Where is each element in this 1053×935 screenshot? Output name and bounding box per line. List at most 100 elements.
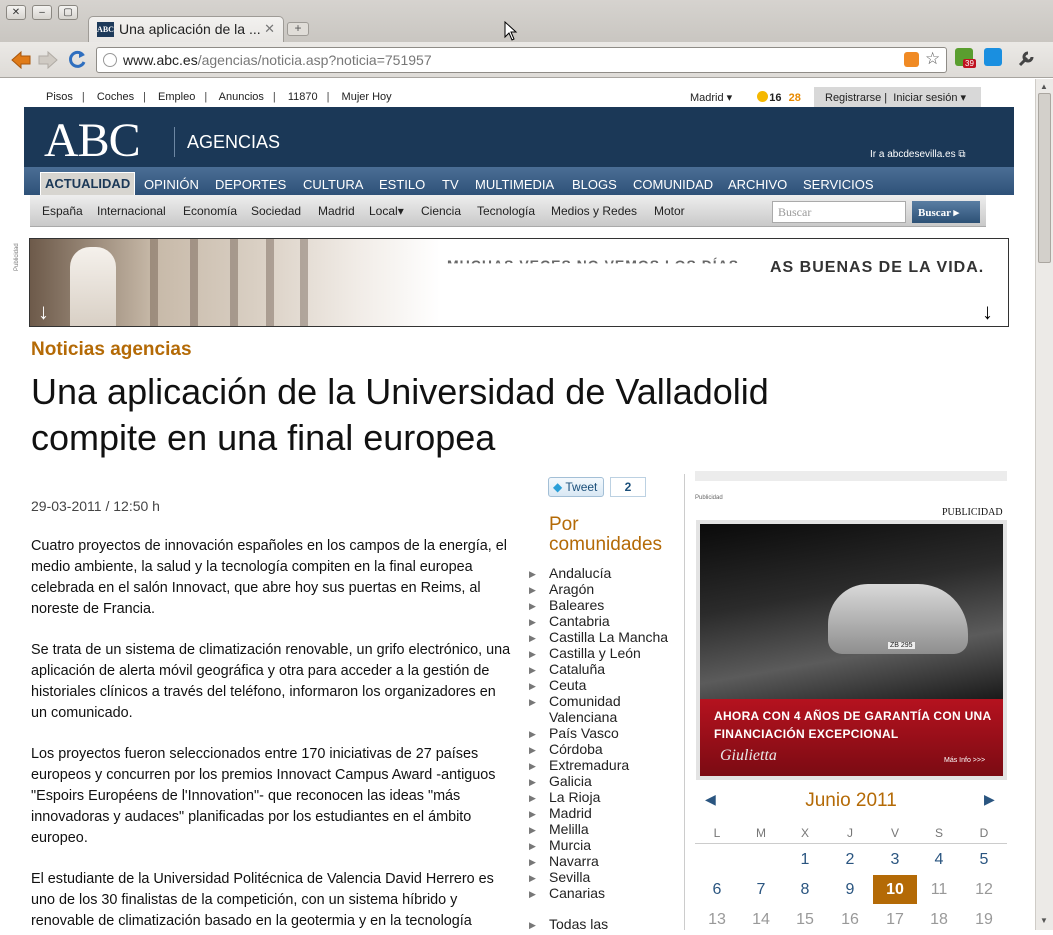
- nav-tv[interactable]: TV: [442, 177, 459, 192]
- maximize-window-button[interactable]: ▢: [58, 5, 78, 20]
- region-all-link[interactable]: Todas las: [529, 916, 668, 930]
- region-link[interactable]: Sevilla: [529, 869, 668, 886]
- subnav-economia[interactable]: Economía: [183, 204, 237, 218]
- login-link[interactable]: Iniciar sesión ▾: [893, 92, 966, 104]
- scroll-down-icon[interactable]: ▼: [1040, 916, 1048, 925]
- nav-comunidad[interactable]: COMUNIDAD: [633, 177, 713, 192]
- close-tab-icon[interactable]: ✕: [264, 21, 275, 37]
- region-link[interactable]: Castilla La Mancha: [529, 629, 668, 646]
- region-link[interactable]: Ceuta: [529, 677, 668, 694]
- subnav-tecnologia[interactable]: Tecnología: [477, 204, 535, 218]
- region-link[interactable]: Valenciana: [529, 709, 668, 725]
- banner-tagline: AS BUENAS DE LA VIDA.: [770, 259, 985, 276]
- search-input[interactable]: Buscar: [772, 201, 906, 223]
- extension-calendar-icon[interactable]: 39: [955, 48, 976, 68]
- new-tab-button[interactable]: +: [287, 22, 309, 36]
- nav-estilo[interactable]: ESTILO: [379, 177, 425, 192]
- reload-icon[interactable]: [66, 49, 88, 71]
- rss-feed-icon[interactable]: [904, 52, 919, 67]
- nav-cultura[interactable]: CULTURA: [303, 177, 363, 192]
- calendar-day[interactable]: 9: [828, 875, 872, 904]
- region-link[interactable]: Navarra: [529, 853, 668, 870]
- scroll-up-icon[interactable]: ▲: [1040, 82, 1048, 91]
- calendar-today[interactable]: 10: [873, 875, 917, 904]
- region-link[interactable]: Andalucía: [529, 565, 668, 582]
- extension-d-icon[interactable]: [984, 48, 1002, 66]
- top-services-nav: Pisos | Coches | Empleo | Anuncios | 11870 | …: [46, 91, 392, 103]
- register-link[interactable]: Registrarse: [825, 92, 881, 104]
- calendar-day[interactable]: 8: [783, 875, 827, 904]
- close-window-button[interactable]: ✕: [6, 5, 26, 20]
- region-link[interactable]: Cataluña: [529, 661, 668, 678]
- nav-multimedia[interactable]: MULTIMEDIA: [475, 177, 554, 192]
- region-link[interactable]: Cantabria: [529, 613, 668, 630]
- region-link[interactable]: Comunidad: [529, 693, 668, 710]
- ad-more-link[interactable]: Más Info >>>: [944, 757, 985, 764]
- search-button[interactable]: Buscar ▸: [912, 201, 980, 223]
- subnav-madrid[interactable]: Madrid: [318, 204, 355, 218]
- minimize-window-button[interactable]: –: [32, 5, 52, 20]
- vertical-scrollbar[interactable]: ▲ ▼: [1035, 79, 1053, 930]
- calendar-day[interactable]: 5: [962, 845, 1006, 874]
- topnav-link-pisos[interactable]: Pisos: [46, 91, 73, 103]
- region-link[interactable]: Murcia: [529, 837, 668, 854]
- nav-servicios[interactable]: SERVICIOS: [803, 177, 874, 192]
- region-link[interactable]: Aragón: [529, 581, 668, 598]
- tweet-button[interactable]: ◆ Tweet: [548, 477, 604, 497]
- forward-arrow-icon[interactable]: [37, 50, 59, 70]
- subnav-ciencia[interactable]: Ciencia: [421, 204, 461, 218]
- region-link[interactable]: Córdoba: [529, 741, 668, 758]
- topnav-link-empleo[interactable]: Empleo: [158, 91, 195, 103]
- nav-opinion[interactable]: OPINIÓN: [144, 177, 199, 192]
- calendar-day[interactable]: 4: [917, 845, 961, 874]
- topnav-link-coches[interactable]: Coches: [97, 91, 134, 103]
- sevilla-link[interactable]: Ir a abcdesevilla.es ⧉: [870, 149, 966, 160]
- region-link[interactable]: Galicia: [529, 773, 668, 790]
- region-link[interactable]: La Rioja: [529, 789, 668, 806]
- bookmark-star-icon[interactable]: ☆: [925, 49, 940, 69]
- address-bar[interactable]: www.abc.es/agencias/noticia.asp?noticia=…: [96, 47, 947, 73]
- calendar-day: 12: [975, 881, 993, 898]
- calendar-widget: Junio 2011 ◀ ▶ L M X J V S D 1 2 3 4 5 6…: [695, 789, 1007, 930]
- city-selector[interactable]: Madrid ▾: [690, 92, 732, 104]
- wrench-menu-icon[interactable]: [1017, 50, 1035, 68]
- topnav-link-11870[interactable]: 11870: [288, 91, 318, 103]
- calendar-day[interactable]: 6: [695, 875, 739, 904]
- subnav-internacional[interactable]: Internacional: [97, 204, 166, 218]
- region-link[interactable]: Madrid: [529, 805, 668, 822]
- calendar-day[interactable]: 3: [873, 845, 917, 874]
- calendar-day[interactable]: 2: [828, 845, 872, 874]
- browser-tab[interactable]: ABC Una aplicación de la ... ✕: [88, 16, 284, 43]
- banner-ad[interactable]: MUCHAS VECES NO VEMOS LOS DÍAS AS BUENAS…: [29, 238, 1009, 327]
- article-paragraph: Cuatro proyectos de innovación españoles…: [31, 538, 507, 617]
- region-link[interactable]: Melilla: [529, 821, 668, 838]
- region-link[interactable]: Baleares: [529, 597, 668, 614]
- subnav-motor[interactable]: Motor: [654, 204, 685, 218]
- calendar-day: 16: [841, 911, 859, 928]
- calendar-next-icon[interactable]: ▶: [984, 791, 995, 808]
- topnav-link-mujer-hoy[interactable]: Mujer Hoy: [342, 91, 392, 103]
- car-ad[interactable]: ZB 295 AHORA CON 4 AÑOS DE GARANTÍA CON …: [696, 520, 1007, 780]
- calendar-prev-icon[interactable]: ◀: [705, 791, 716, 808]
- region-link[interactable]: Canarias: [529, 885, 668, 902]
- subnav-sociedad[interactable]: Sociedad: [251, 204, 301, 218]
- back-arrow-icon[interactable]: [10, 50, 32, 70]
- scrollbar-thumb[interactable]: [1038, 93, 1051, 263]
- nav-deportes[interactable]: DEPORTES: [215, 177, 286, 192]
- article-kicker[interactable]: Noticias agencias: [31, 339, 192, 361]
- region-link[interactable]: País Vasco: [529, 725, 668, 742]
- nav-actualidad[interactable]: ACTUALIDAD: [40, 172, 136, 196]
- abc-logo[interactable]: ABC: [44, 113, 141, 168]
- subnav-medios-redes[interactable]: Medios y Redes: [551, 204, 637, 218]
- page-info-icon[interactable]: [103, 53, 117, 67]
- calendar-day[interactable]: 7: [739, 875, 783, 904]
- topnav-link-anuncios[interactable]: Anuncios: [219, 91, 264, 103]
- subnav-local[interactable]: Local▾: [369, 204, 404, 218]
- subnav-espana[interactable]: España: [42, 204, 83, 218]
- nav-blogs[interactable]: BLOGS: [572, 177, 617, 192]
- nav-archivo[interactable]: ARCHIVO: [728, 177, 787, 192]
- calendar-day[interactable]: 1: [783, 845, 827, 874]
- region-link[interactable]: Extremadura: [529, 757, 668, 774]
- region-link[interactable]: Castilla y León: [529, 645, 668, 662]
- article-paragraph: Se trata de un sistema de climatización …: [31, 642, 511, 721]
